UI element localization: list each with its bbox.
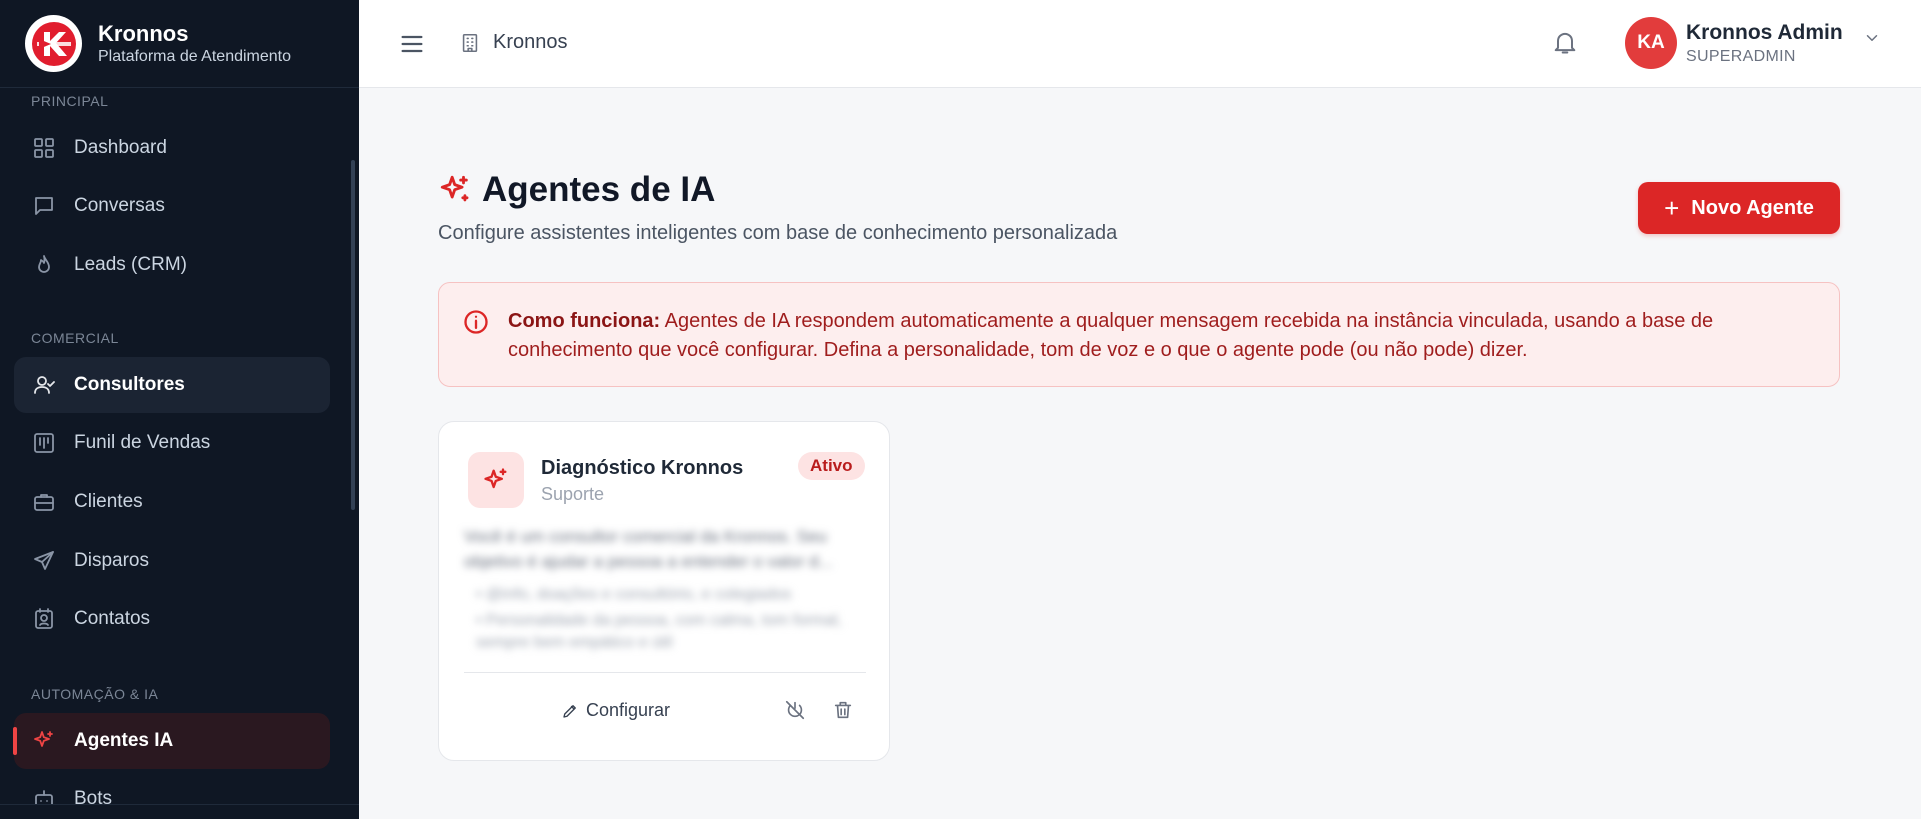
grid-icon <box>31 135 57 161</box>
user-check-icon <box>31 372 57 398</box>
section-label-comercial: COMERCIAL <box>31 330 119 346</box>
sparkles-icon <box>468 452 524 508</box>
chat-icon <box>31 193 57 219</box>
sidebar-item-clientes[interactable]: Clientes <box>14 474 330 530</box>
info-icon <box>462 308 490 336</box>
agent-card[interactable]: Diagnóstico Kronnos Suporte Ativo Você é… <box>438 421 890 761</box>
sidebar-item-label: Leads (CRM) <box>74 254 187 275</box>
brand-subtitle: Plataforma de Atendimento <box>98 48 292 66</box>
info-body: Agentes de IA respondem automaticamente … <box>508 310 1714 361</box>
menu-icon[interactable] <box>398 30 426 58</box>
section-label-principal: PRINCIPAL <box>31 93 109 109</box>
sidebar-item-label: Consultores <box>74 374 185 395</box>
sidebar-item-label: Clientes <box>74 491 143 512</box>
breadcrumb[interactable]: Kronnos <box>459 31 568 54</box>
bell-icon[interactable] <box>1551 28 1581 58</box>
sidebar-item-agentes-ia[interactable]: Agentes IA <box>13 713 330 769</box>
sidebar-scrollbar[interactable] <box>351 160 355 510</box>
section-label-automacao: AUTOMAÇÃO & IA <box>31 686 159 702</box>
agent-preview-text: Você é um consultor comercial da Kronnos… <box>464 527 833 571</box>
user-role: SUPERADMIN <box>1686 47 1796 65</box>
breadcrumb-label: Kronnos <box>493 31 568 53</box>
brand[interactable]: Kronnos Plataforma de Atendimento <box>0 0 359 88</box>
sidebar-item-label: Conversas <box>74 195 165 216</box>
sidebar-item-conversas[interactable]: Conversas <box>14 178 330 234</box>
briefcase-icon <box>31 489 57 515</box>
kronnos-logo <box>25 15 82 72</box>
user-name: Kronnos Admin <box>1686 20 1843 44</box>
new-agent-label: Novo Agente <box>1691 196 1814 219</box>
sidebar-footer <box>0 804 359 819</box>
sidebar-item-label: Dashboard <box>74 137 167 158</box>
pencil-icon <box>563 704 576 718</box>
page-title: Agentes de IA <box>482 170 716 209</box>
agent-prompt-preview: Você é um consultor comercial da Kronnos… <box>464 524 864 654</box>
info-banner: Como funciona: Agentes de IA respondem a… <box>438 282 1840 387</box>
page-subtitle: Configure assistentes inteligentes com b… <box>438 222 1118 244</box>
sidebar-item-label: Disparos <box>74 550 149 571</box>
deactivate-icon[interactable] <box>784 699 808 723</box>
sidebar: Kronnos Plataforma de Atendimento PRINCI… <box>0 0 359 819</box>
sidebar-item-disparos[interactable]: Disparos <box>14 533 330 589</box>
configure-label: Configurar <box>586 700 671 720</box>
configure-button[interactable]: Configurar <box>561 700 670 721</box>
building-icon <box>462 33 478 52</box>
contact-icon <box>31 606 57 632</box>
sparkles-icon <box>31 728 57 754</box>
chevron-down-icon <box>1863 29 1881 52</box>
sparkles-icon <box>440 175 469 202</box>
plus-icon: + <box>1664 193 1680 223</box>
brand-title: Kronnos <box>98 20 189 46</box>
sidebar-item-contatos[interactable]: Contatos <box>14 591 330 647</box>
sidebar-item-consultores[interactable]: Consultores <box>14 357 330 413</box>
sidebar-item-label: Agentes IA <box>74 730 174 751</box>
sidebar-item-leads[interactable]: Leads (CRM) <box>14 237 330 293</box>
page-heading: Agentes de IA <box>438 170 715 210</box>
agent-name: Diagnóstico Kronnos <box>541 457 744 479</box>
trash-icon[interactable] <box>832 699 856 723</box>
sidebar-item-label: Funil de Vendas <box>74 432 211 453</box>
agent-preview-bullet: • Personalidade da pessoa, com calma, to… <box>476 612 842 651</box>
sidebar-item-dashboard[interactable]: Dashboard <box>14 120 330 176</box>
avatar: KA <box>1625 17 1677 69</box>
agent-preview-bullet: • @info, doações e consultório, e colegi… <box>476 586 792 603</box>
info-text: Como funciona: Agentes de IA respondem a… <box>508 307 1818 365</box>
kanban-icon <box>31 430 57 456</box>
sidebar-item-label: Contatos <box>74 608 151 629</box>
send-icon <box>31 548 57 574</box>
new-agent-button[interactable]: + Novo Agente <box>1638 182 1840 234</box>
flame-icon <box>31 252 57 278</box>
user-menu[interactable]: KA Kronnos Admin SUPERADMIN <box>1625 17 1881 69</box>
info-title: Como funciona: <box>508 310 661 332</box>
agent-type: Suporte <box>541 484 605 504</box>
sidebar-item-funil-de-vendas[interactable]: Funil de Vendas <box>14 415 330 471</box>
top-header: Kronnos KA Kronnos Admin SUPERADMIN <box>359 0 1921 88</box>
status-badge: Ativo <box>798 452 865 480</box>
divider <box>464 672 866 673</box>
